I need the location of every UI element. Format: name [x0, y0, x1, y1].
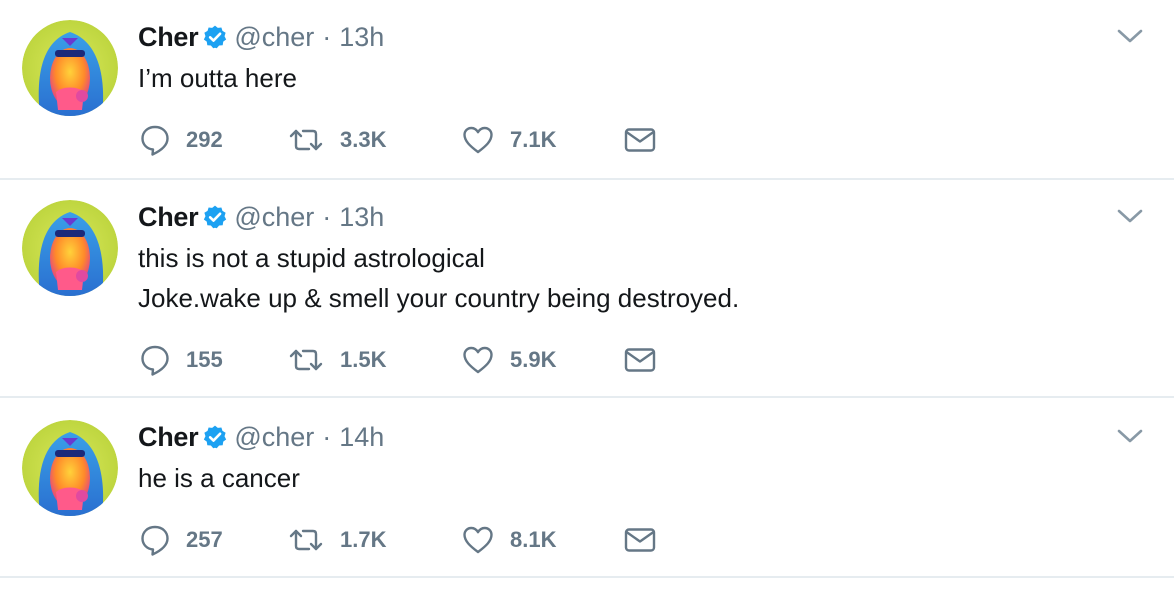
like-count: 5.9K — [510, 347, 557, 372]
retweet-button[interactable]: 3.3K — [288, 120, 386, 160]
user-handle[interactable]: @cher — [234, 22, 314, 53]
divider — [0, 576, 1174, 578]
retweet-button[interactable]: 1.7K — [288, 520, 386, 560]
user-handle[interactable]: @cher — [234, 202, 314, 233]
reply-count: 155 — [186, 347, 223, 372]
separator-dot: · — [322, 21, 332, 52]
tweet-header: Cher @cher · 13h — [138, 200, 384, 234]
tweet-text-line: this is not a stupid astrological — [138, 243, 485, 273]
reply-bubble-icon — [140, 524, 170, 556]
verified-badge-icon — [202, 24, 228, 50]
tweet-text-line: I’m outta here — [138, 63, 297, 93]
tweet-text-line: he is a cancer — [138, 463, 300, 493]
reply-count: 257 — [186, 527, 223, 552]
tweet[interactable]: Cher @cher · 13h this is not a stupid as… — [0, 178, 1174, 398]
tweet-header: Cher @cher · 14h — [138, 420, 384, 454]
direct-message-button[interactable] — [624, 120, 656, 160]
tweet[interactable]: Cher @cher · 14h he is a cancer 257 1.7K… — [0, 398, 1174, 578]
reply-bubble-icon — [140, 344, 170, 376]
tweet-actions: 257 1.7K 8.1K — [140, 520, 680, 560]
retweet-count: 3.3K — [340, 127, 387, 152]
envelope-icon — [624, 347, 656, 373]
direct-message-button[interactable] — [624, 520, 656, 560]
display-name[interactable]: Cher — [138, 202, 199, 233]
tweet[interactable]: Cher @cher · 13h I’m outta here 292 3.3K… — [0, 0, 1174, 180]
retweet-arrows-icon — [288, 126, 324, 154]
retweet-count: 1.7K — [340, 527, 387, 552]
reply-button[interactable]: 257 — [140, 520, 223, 560]
reply-button[interactable]: 292 — [140, 120, 223, 160]
reply-button[interactable]: 155 — [140, 340, 223, 380]
retweet-count: 1.5K — [340, 347, 387, 372]
tweet-text: this is not a stupid astrological Joke.w… — [138, 238, 739, 318]
reply-bubble-icon — [140, 124, 170, 156]
like-button[interactable]: 7.1K — [462, 120, 556, 160]
avatar[interactable] — [22, 420, 118, 516]
envelope-icon — [624, 527, 656, 553]
separator-dot: · — [322, 421, 332, 452]
tweet-text: I’m outta here — [138, 58, 297, 98]
direct-message-button[interactable] — [624, 340, 656, 380]
verified-badge-icon — [202, 424, 228, 450]
timestamp[interactable]: 14h — [339, 422, 384, 453]
avatar[interactable] — [22, 20, 118, 116]
verified-badge-icon — [202, 204, 228, 230]
heart-icon — [462, 125, 494, 155]
chevron-down-icon[interactable] — [1116, 206, 1144, 226]
like-count: 7.1K — [510, 127, 557, 152]
tweet-timeline: Cher @cher · 13h I’m outta here 292 3.3K… — [0, 0, 1174, 592]
retweet-arrows-icon — [288, 346, 324, 374]
tweet-actions: 155 1.5K 5.9K — [140, 340, 680, 380]
tweet-header: Cher @cher · 13h — [138, 20, 384, 54]
display-name[interactable]: Cher — [138, 22, 199, 53]
tweet-text: he is a cancer — [138, 458, 300, 498]
retweet-arrows-icon — [288, 526, 324, 554]
like-count: 8.1K — [510, 527, 557, 552]
like-button[interactable]: 8.1K — [462, 520, 556, 560]
timestamp[interactable]: 13h — [339, 22, 384, 53]
tweet-text-line: Joke.wake up & smell your country being … — [138, 283, 740, 313]
reply-count: 292 — [186, 127, 223, 152]
avatar[interactable] — [22, 200, 118, 296]
heart-icon — [462, 345, 494, 375]
like-button[interactable]: 5.9K — [462, 340, 556, 380]
user-handle[interactable]: @cher — [234, 422, 314, 453]
timestamp[interactable]: 13h — [339, 202, 384, 233]
display-name[interactable]: Cher — [138, 422, 199, 453]
chevron-down-icon[interactable] — [1116, 426, 1144, 446]
chevron-down-icon[interactable] — [1116, 26, 1144, 46]
envelope-icon — [624, 127, 656, 153]
retweet-button[interactable]: 1.5K — [288, 340, 386, 380]
tweet-actions: 292 3.3K 7.1K — [140, 120, 680, 160]
separator-dot: · — [322, 201, 332, 232]
heart-icon — [462, 525, 494, 555]
